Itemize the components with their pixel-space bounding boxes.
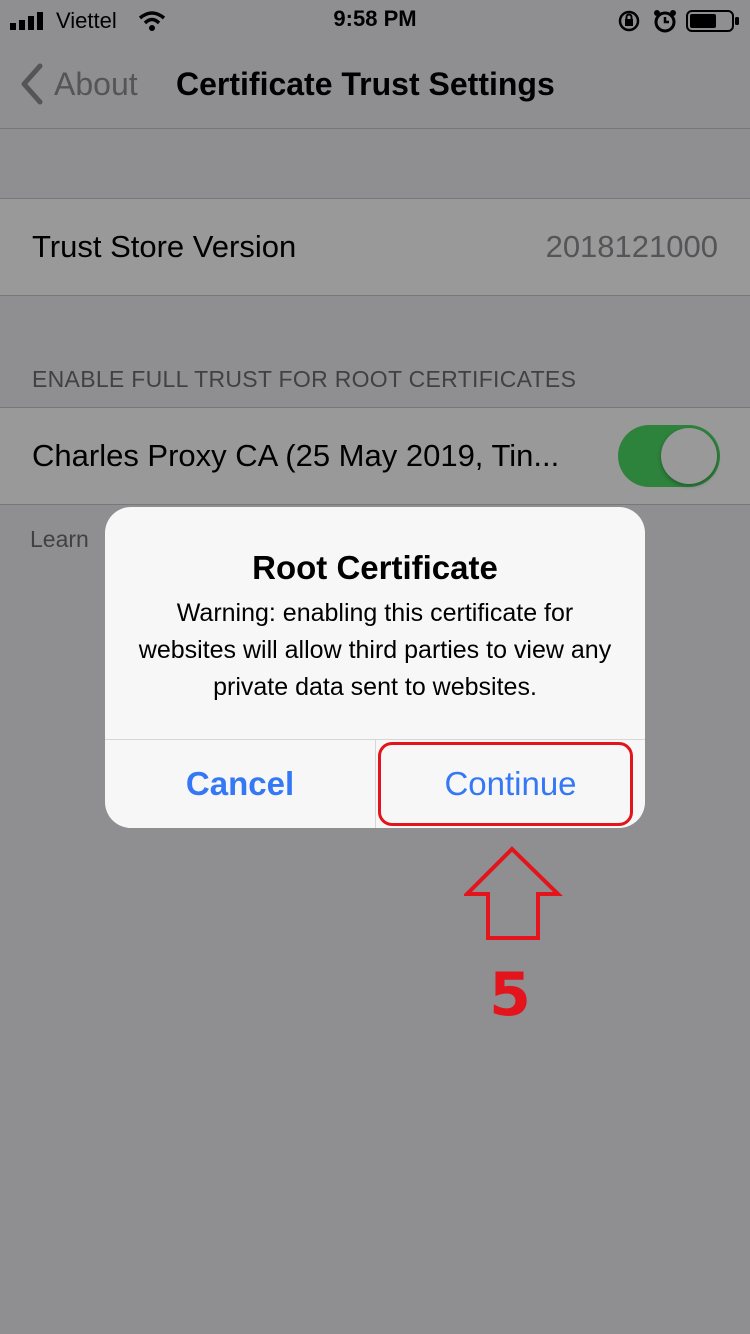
alert-title: Root Certificate bbox=[252, 549, 498, 586]
alert-message: Warning: enabling this certificate for w… bbox=[138, 599, 612, 701]
up-arrow-icon bbox=[464, 846, 563, 940]
cancel-button[interactable]: Cancel bbox=[105, 740, 375, 828]
annotation-highlight-box bbox=[378, 742, 633, 826]
annotation-step-number: 5 bbox=[489, 960, 531, 1030]
